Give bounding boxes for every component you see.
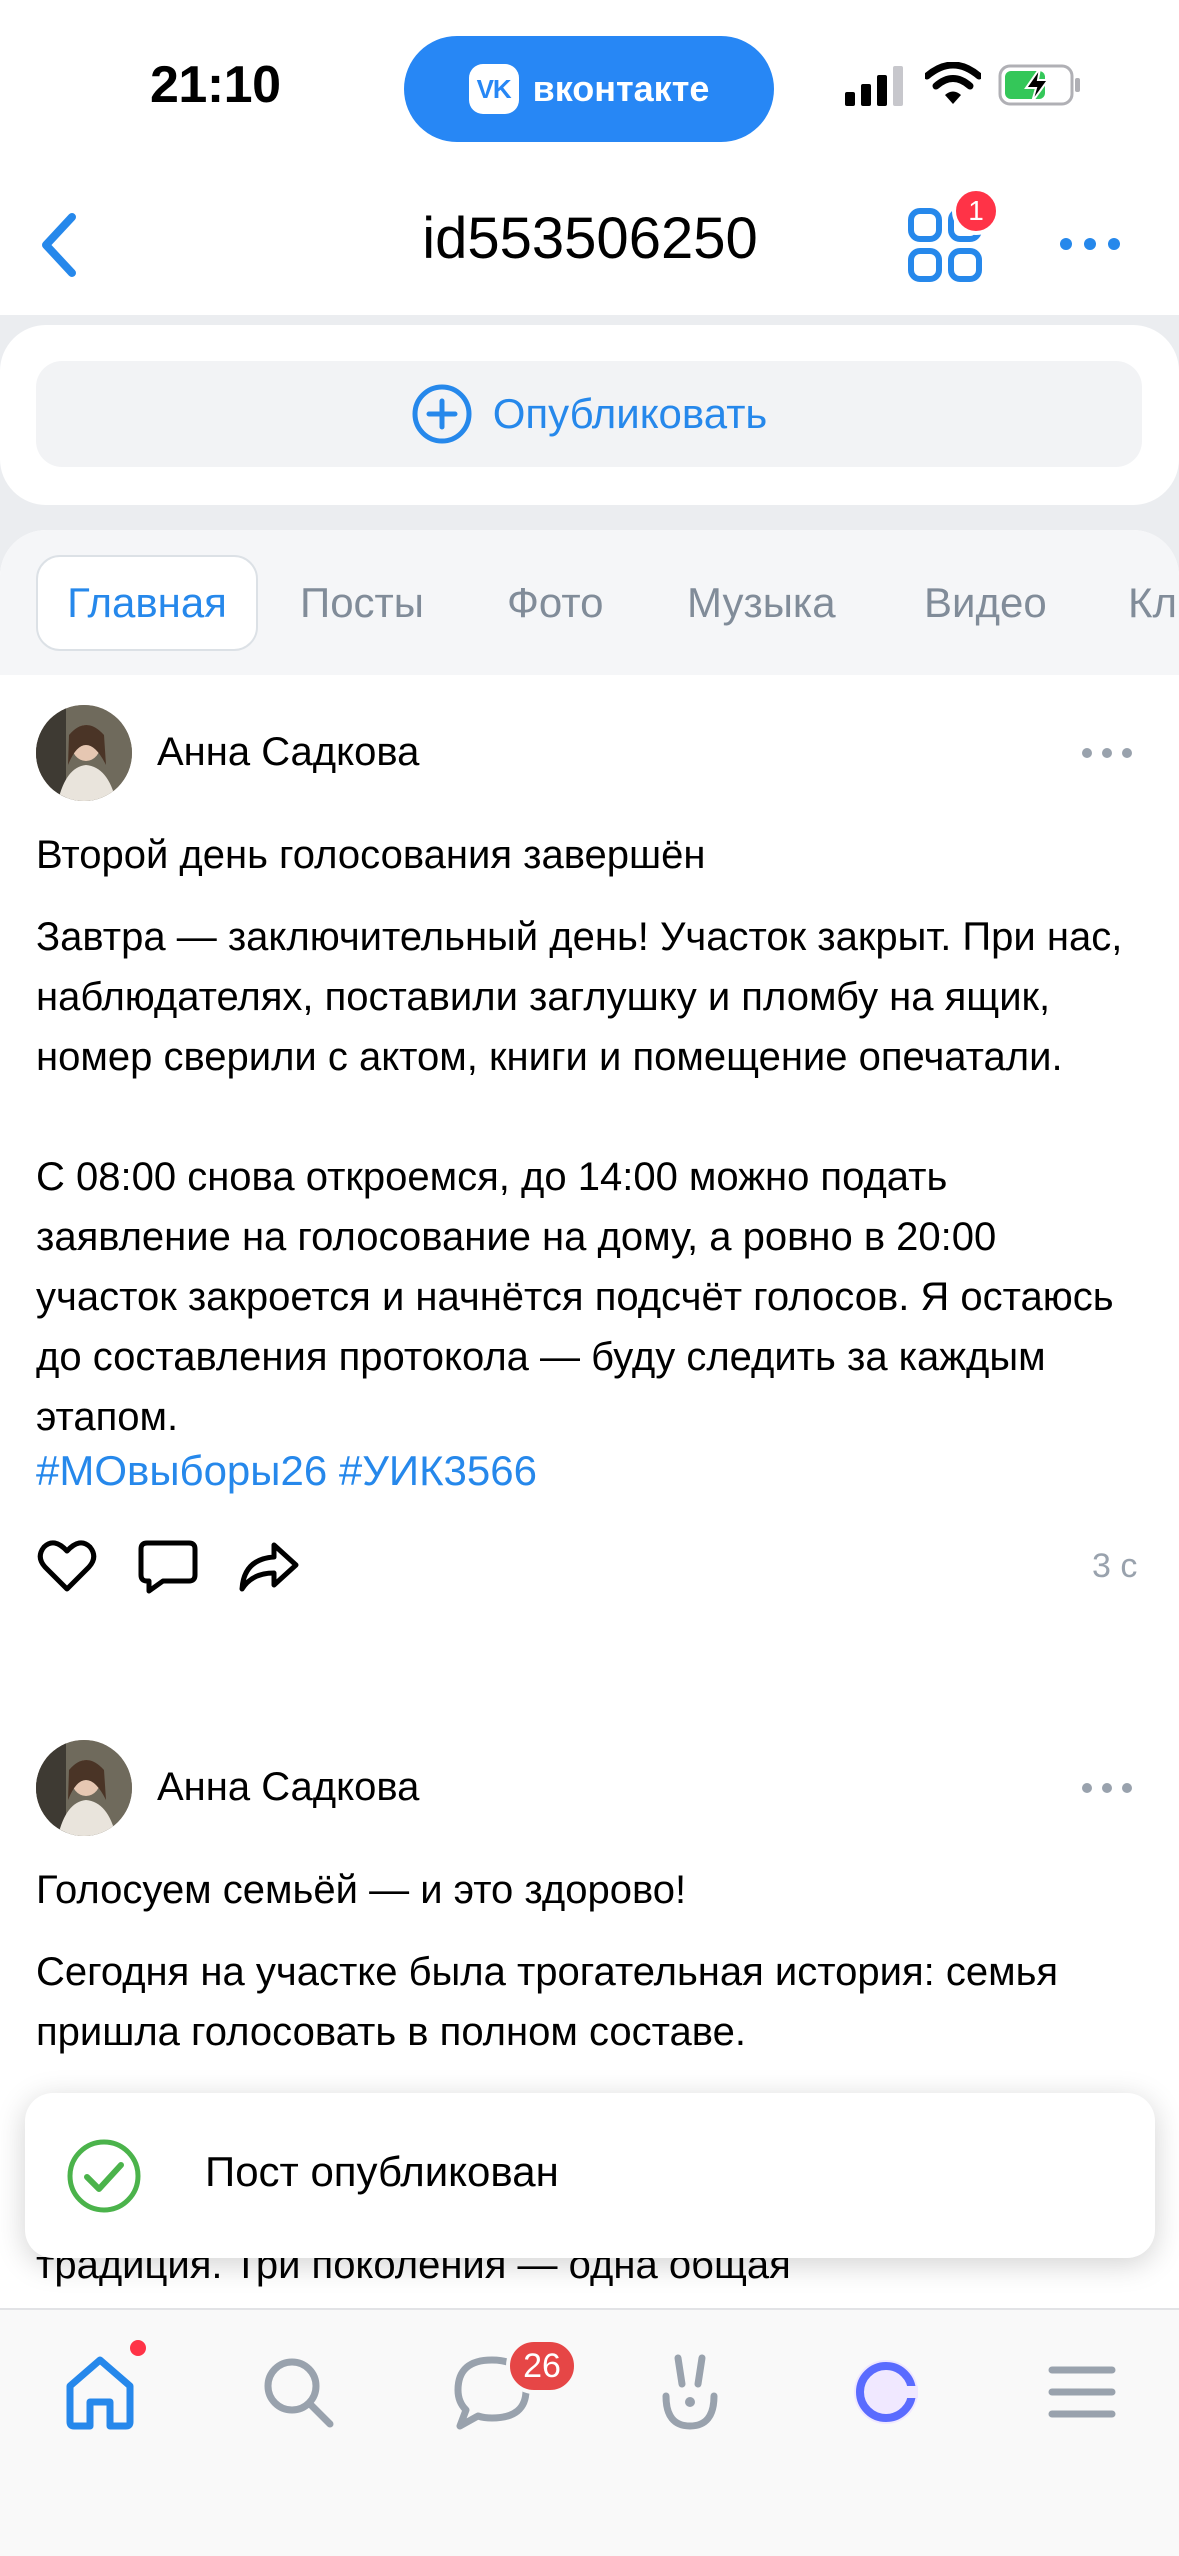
nav-header: id553506250 1 bbox=[0, 175, 1179, 315]
publish-card: Опубликовать bbox=[0, 325, 1179, 505]
post-paragraph: С 08:00 снова откроемся, до 14:00 можно … bbox=[36, 1155, 1114, 1439]
tab-clips[interactable]: Кл bbox=[1128, 555, 1177, 651]
success-check-icon bbox=[67, 2139, 141, 2213]
status-time: 21:10 bbox=[150, 56, 281, 114]
post-more-icon[interactable] bbox=[1080, 743, 1134, 763]
cellular-signal-icon bbox=[845, 66, 903, 106]
search-icon[interactable] bbox=[256, 2350, 340, 2434]
services-badge: 1 bbox=[952, 187, 1000, 235]
publish-button[interactable]: Опубликовать bbox=[36, 361, 1142, 467]
vk-app-pill[interactable]: VK вконтакте bbox=[404, 36, 774, 142]
add-circle-icon bbox=[412, 384, 472, 444]
profile-feed: Главная Посты Фото Музыка Видео Кл Анна … bbox=[0, 530, 1179, 2310]
avatar[interactable] bbox=[36, 1740, 132, 1836]
clips-icon[interactable] bbox=[648, 2350, 732, 2434]
vk-app-name: вконтакте bbox=[532, 68, 710, 109]
post-author[interactable]: Анна Садкова bbox=[157, 1765, 419, 1810]
avatar-photo bbox=[36, 705, 132, 801]
comment-icon[interactable] bbox=[137, 1535, 199, 1597]
like-heart-icon[interactable] bbox=[36, 1535, 98, 1597]
page-title: id553506250 bbox=[422, 206, 758, 271]
toast-message: Пост опубликован bbox=[205, 2148, 559, 2195]
toast-notification: Пост опубликован bbox=[25, 2093, 1155, 2258]
post-heading: Голосуем семьёй — и это здорово! bbox=[36, 1868, 687, 1912]
share-icon[interactable] bbox=[238, 1535, 300, 1597]
vk-logo-icon: VK bbox=[468, 64, 519, 114]
post-more-icon[interactable] bbox=[1080, 1778, 1134, 1798]
status-bar: 21:10 VK вконтакте bbox=[0, 0, 1179, 175]
avatar-photo bbox=[36, 1740, 132, 1836]
home-icon[interactable] bbox=[58, 2350, 142, 2434]
messages-badge: 26 bbox=[506, 2338, 578, 2394]
wifi-icon bbox=[925, 62, 981, 104]
tab-video[interactable]: Видео bbox=[924, 555, 1047, 651]
post-paragraph: Сегодня на участке была трогательная ист… bbox=[36, 1950, 1059, 2054]
bottom-tab-bar: 26 bbox=[0, 2308, 1179, 2556]
publish-label: Опубликовать bbox=[492, 390, 768, 437]
menu-icon[interactable] bbox=[1040, 2350, 1124, 2434]
tab-photos[interactable]: Фото bbox=[507, 555, 604, 651]
post-paragraph: Завтра — заключительный день! Участок за… bbox=[36, 915, 1123, 1079]
avatar[interactable] bbox=[36, 705, 132, 801]
back-chevron-icon[interactable] bbox=[28, 205, 98, 285]
more-dots-icon[interactable] bbox=[1055, 219, 1125, 269]
profile-tabs: Главная Посты Фото Музыка Видео Кл bbox=[0, 530, 1179, 675]
tab-main[interactable]: Главная bbox=[36, 555, 258, 651]
post-timestamp: 3 с bbox=[1092, 1547, 1138, 1585]
tab-posts[interactable]: Посты bbox=[300, 555, 424, 651]
post-heading: Второй день голосования завершён bbox=[36, 833, 706, 877]
vk-combo-icon[interactable] bbox=[844, 2350, 928, 2434]
tab-music[interactable]: Музыка bbox=[687, 555, 836, 651]
post-hashtags[interactable]: #МОвыборы26 #УИК3566 bbox=[36, 1447, 537, 1495]
post-actions bbox=[36, 1535, 336, 1595]
battery-charging-icon bbox=[998, 64, 1080, 106]
post-author[interactable]: Анна Садкова bbox=[157, 730, 419, 775]
home-notification-dot bbox=[130, 2340, 146, 2356]
